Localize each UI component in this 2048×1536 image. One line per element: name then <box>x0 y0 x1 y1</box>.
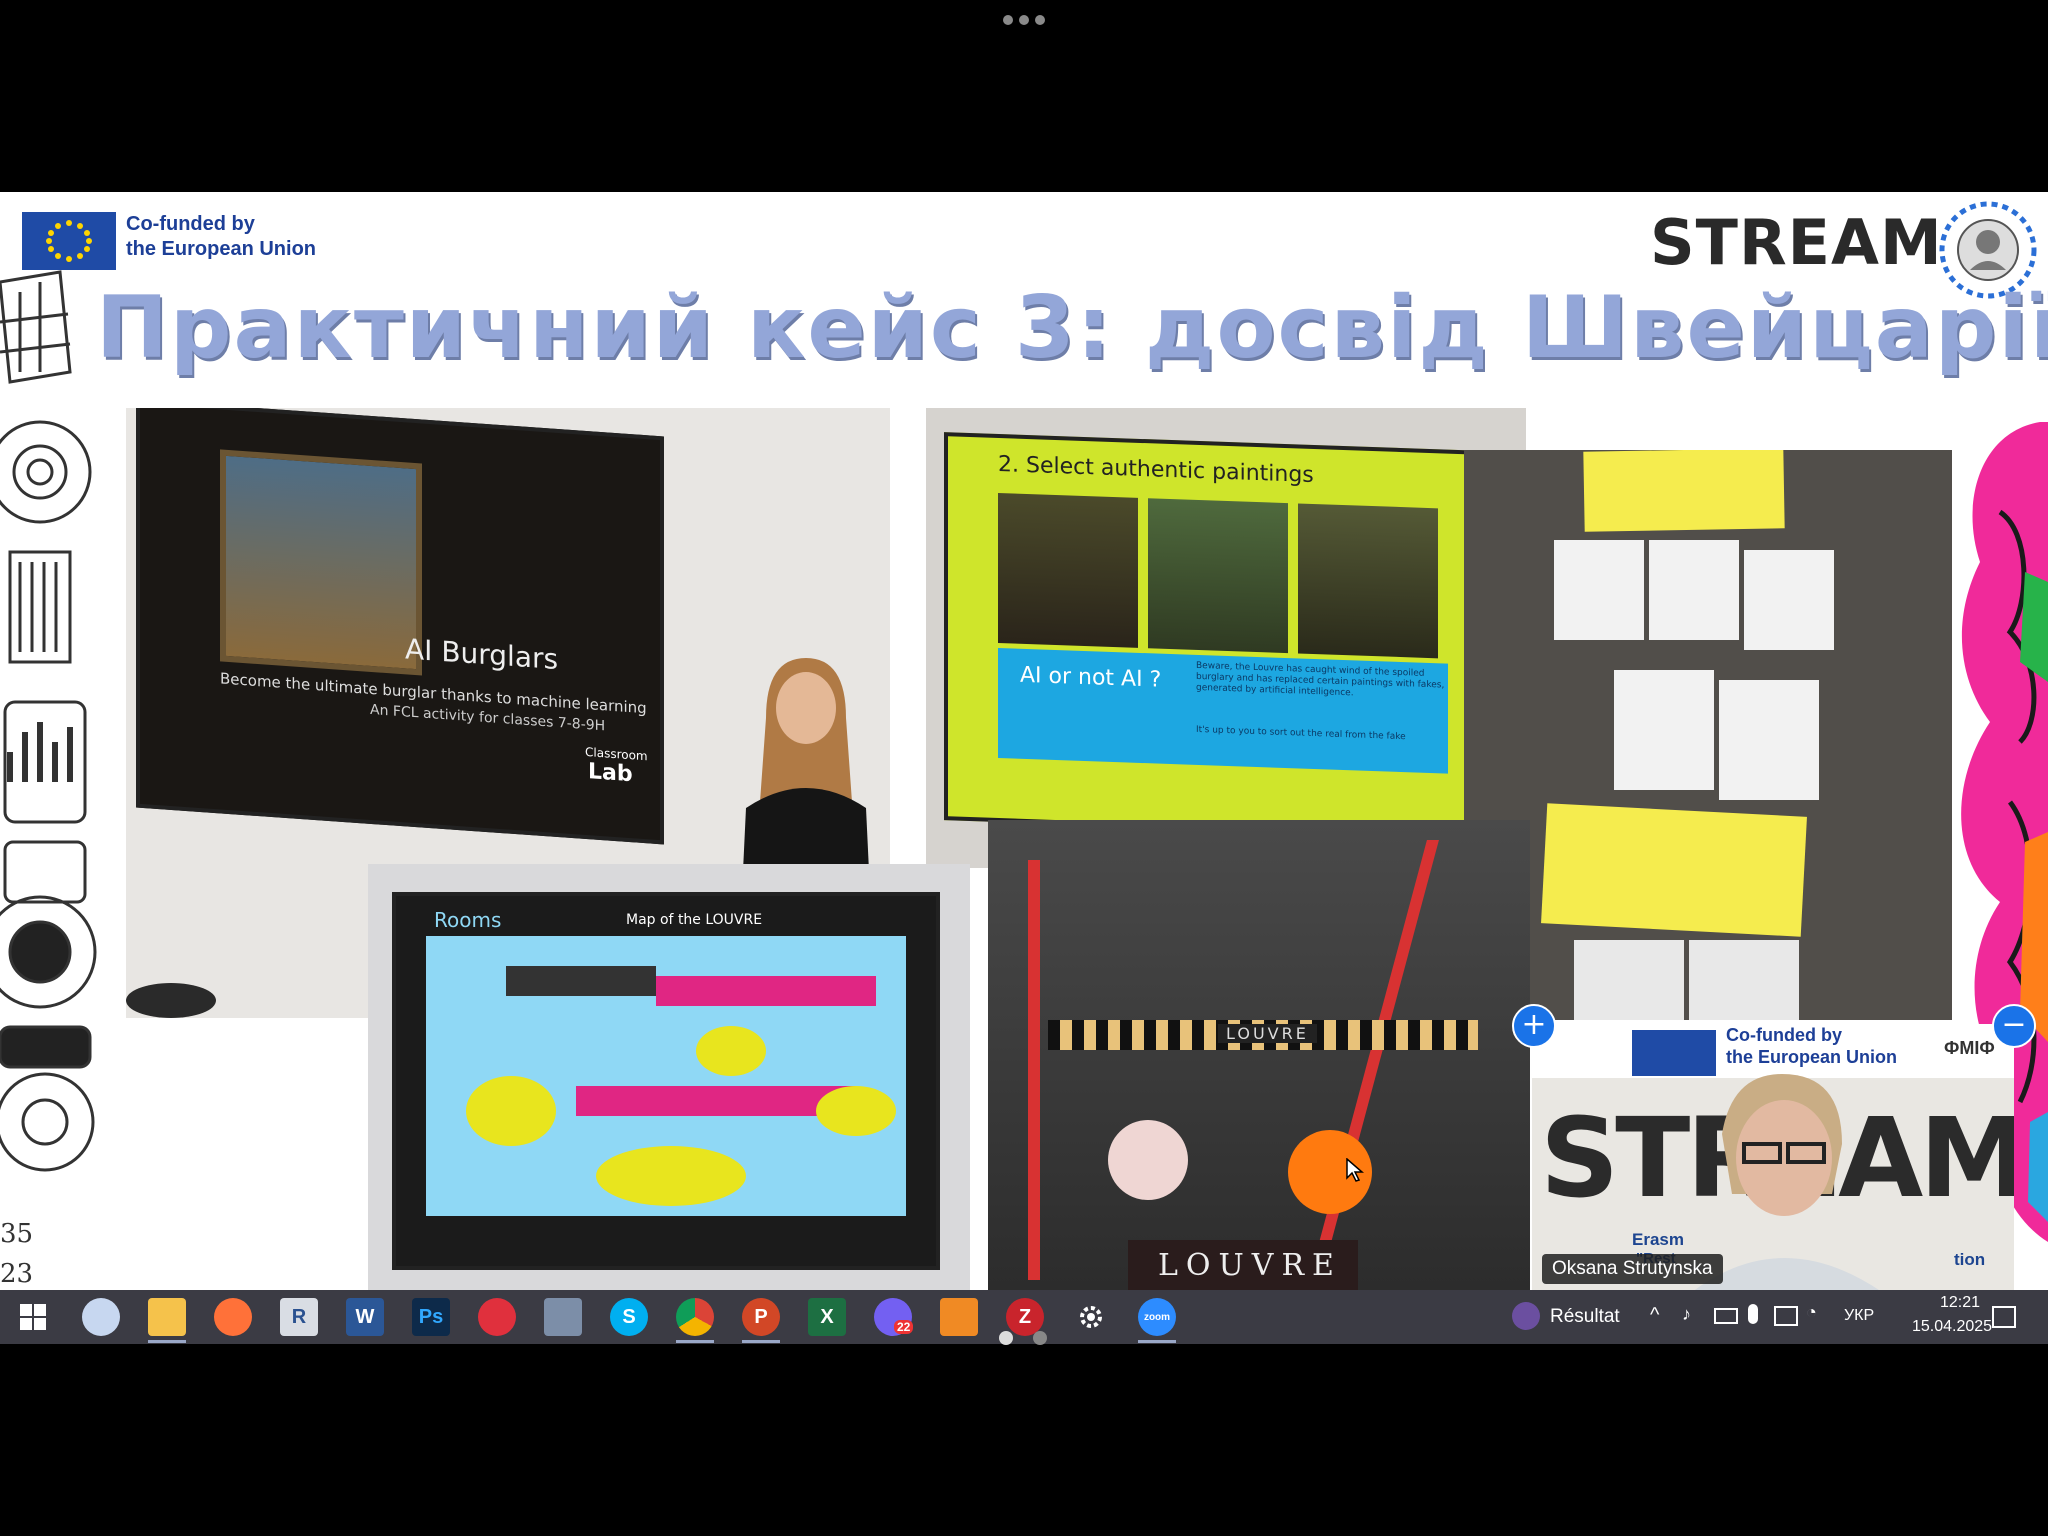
louvre-sign-bar: LOUVRE <box>1048 1020 1478 1050</box>
svg-text:23: 23 <box>0 1259 33 1289</box>
chevron-up-icon[interactable]: ^ <box>1650 1304 1659 1327</box>
mouse-cursor-icon <box>1346 1158 1364 1182</box>
battery-icon[interactable] <box>1714 1308 1738 1324</box>
yellow-note <box>1583 450 1785 532</box>
white-robot <box>1108 1120 1188 1200</box>
calculator-icon[interactable] <box>544 1298 582 1336</box>
firefox-icon[interactable] <box>214 1298 252 1336</box>
map-area: Rooms Map of the LOUVRE <box>426 908 906 1216</box>
paintings-note2: It's up to you to sort out the real from… <box>1196 724 1406 743</box>
microphone-icon[interactable] <box>1748 1304 1758 1324</box>
eu-cofunded-logo: Co-funded by the European Union <box>22 210 322 272</box>
more-dots-icon[interactable] <box>1000 12 1048 28</box>
paint-icon[interactable] <box>82 1298 120 1336</box>
map-wing <box>506 966 656 996</box>
eu-flag-icon <box>22 212 116 270</box>
page-indicator[interactable] <box>996 1330 1056 1346</box>
viber-badge: 22 <box>894 1320 914 1334</box>
louvre-base: LOUVRE <box>1128 1240 1358 1290</box>
participant-name-label: Oksana Strutynska <box>1542 1254 1723 1284</box>
track-wall <box>1028 860 1040 1280</box>
app-red-icon[interactable] <box>478 1298 516 1336</box>
excel-icon[interactable]: X <box>808 1298 846 1336</box>
eu-text-line2: the European Union <box>126 238 316 260</box>
photo-robot-track: LOUVRE LOUVRE <box>988 820 1530 1290</box>
chair-object <box>126 983 216 1018</box>
ai-burglars-heading: AI Burglars <box>405 632 559 677</box>
question-panel: AI or not AI ? <box>998 647 1188 765</box>
photo-jewels-cards <box>1464 450 1952 1020</box>
tile-eu-line1: Co-funded by <box>1726 1025 1842 1045</box>
zoom-icon[interactable]: zoom <box>1138 1298 1176 1336</box>
tile-eu-line2: the European Union <box>1726 1047 1897 1067</box>
tile-bottom-left: Erasm <box>1632 1230 1684 1249</box>
classroom-lab-big: Lab <box>588 759 633 788</box>
svg-text:35: 35 <box>0 1219 33 1249</box>
jewel-card <box>1614 670 1714 790</box>
stream-logo: STREAM <box>1650 206 1942 288</box>
start-icon[interactable] <box>14 1298 52 1336</box>
rooms-label: Rooms <box>434 908 502 932</box>
tile-bottom-right: tion <box>1954 1250 1986 1269</box>
r-app-icon[interactable]: R <box>280 1298 318 1336</box>
map-screen: Rooms Map of the LOUVRE <box>392 892 940 1270</box>
skype-icon[interactable]: S <box>610 1298 648 1336</box>
participant-video-tile[interactable]: Co-funded by the European Union ФМІФ STR… <box>1532 1024 2014 1292</box>
doodle-decoration: 35 23 <box>0 270 97 1289</box>
viber-icon[interactable]: 22 <box>874 1298 914 1336</box>
search-highlight-icon[interactable] <box>1512 1302 1540 1330</box>
photo-louvre-map: Rooms Map of the LOUVRE <box>368 864 970 1290</box>
stream-logo-text: STREAM <box>1650 206 1943 279</box>
tile-fmif-label: ФМІФ <box>1944 1038 1995 1058</box>
map-bubble <box>596 1146 746 1206</box>
jewel-card <box>1554 540 1644 640</box>
select-paintings-heading: 2. Select authentic paintings <box>998 451 1314 488</box>
mona-lisa-1-image <box>998 492 1138 648</box>
file-explorer-icon[interactable] <box>148 1298 186 1336</box>
painting-image <box>220 449 422 676</box>
map-bubble <box>466 1076 556 1146</box>
settings-icon[interactable] <box>1072 1298 1110 1336</box>
minus-icon[interactable]: − <box>1992 1004 2036 1048</box>
word-icon[interactable]: W <box>346 1298 384 1336</box>
map-bubble <box>696 1026 766 1076</box>
paintings-screen: 2. Select authentic paintings AI or not … <box>944 432 1512 840</box>
ai-or-not-question: AI or not AI ? <box>1020 662 1162 693</box>
jewel-card <box>1689 940 1799 1020</box>
media-player-icon[interactable] <box>940 1298 978 1336</box>
map-wing <box>656 976 876 1006</box>
map-title: Map of the LOUVRE <box>626 912 763 928</box>
photo-select-paintings: 2. Select authentic paintings AI or not … <box>926 408 1526 868</box>
mona-lisa-2-image <box>1148 498 1288 654</box>
note-panel: Beware, the Louvre has caught wind of th… <box>1188 654 1448 774</box>
jewel-card <box>1719 680 1819 800</box>
search-result-label[interactable]: Résultat <box>1550 1306 1620 1328</box>
eu-flag-small-icon <box>1632 1030 1716 1076</box>
plus-icon[interactable]: + <box>1512 1004 1556 1048</box>
volume-icon[interactable]: ♪ <box>1682 1304 1691 1325</box>
yellow-note <box>1541 803 1807 937</box>
jewel-card <box>1649 540 1739 640</box>
paintings-note: Beware, the Louvre has caught wind of th… <box>1196 660 1445 699</box>
mona-lisa-3-image <box>1298 503 1438 659</box>
louvre-sign-1: LOUVRE <box>1218 1024 1317 1043</box>
powerpoint-icon[interactable]: P <box>742 1298 780 1336</box>
jewel-card <box>1744 550 1834 650</box>
louvre-sign-2: LOUVRE <box>1158 1248 1342 1283</box>
map-bubble <box>816 1086 896 1136</box>
map-wing <box>576 1086 856 1116</box>
eu-text-line1: Co-funded by <box>126 213 255 235</box>
system-tray: Résultat ^ ♪ ◔ УКР 12:21 15.04.2025 <box>1500 1290 2048 1344</box>
jewel-card <box>1574 940 1684 1020</box>
wifi-icon[interactable]: ◔ <box>1806 1302 1817 1323</box>
chrome-icon[interactable] <box>676 1298 714 1336</box>
notifications-icon[interactable] <box>1992 1306 2016 1328</box>
slide-title: Практичний кейс 3: досвід Швейцарії <box>96 278 2048 378</box>
photoshop-icon[interactable]: Ps <box>412 1298 450 1336</box>
language-indicator[interactable]: УКР <box>1844 1307 1874 1325</box>
classroom-screen: AI Burglars Become the ultimate burglar … <box>136 408 664 845</box>
screen-icon[interactable] <box>1774 1306 1798 1326</box>
